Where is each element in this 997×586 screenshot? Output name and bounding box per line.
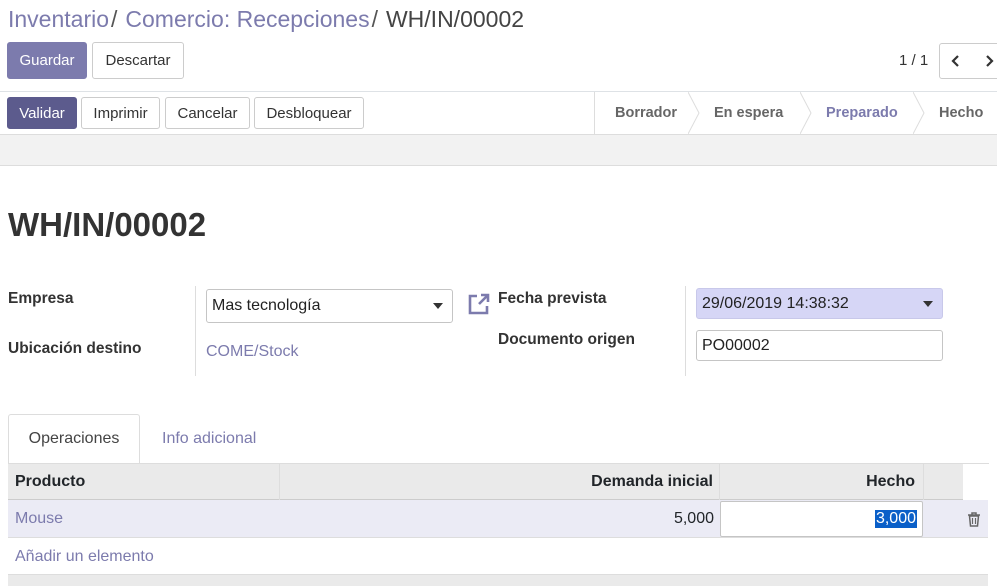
column-header-demand[interactable]: Demanda inicial <box>591 464 713 500</box>
breadcrumb-separator: / <box>371 6 378 32</box>
external-link-icon[interactable] <box>466 291 492 317</box>
stage-label: Borrador <box>615 105 678 121</box>
trash-icon[interactable] <box>967 512 981 527</box>
column-divider <box>279 464 280 500</box>
stage-label: En espera <box>714 105 784 121</box>
form-header: Validar Imprimir Cancelar Desbloquear Bo… <box>0 92 997 135</box>
stage-hecho[interactable]: Hecho <box>917 92 997 134</box>
cancel-button[interactable]: Cancelar <box>165 97 250 129</box>
print-button[interactable]: Imprimir <box>81 97 160 129</box>
product-cell[interactable]: Mouse <box>15 500 63 538</box>
demand-cell: 5,000 <box>673 510 714 527</box>
done-quantity-value: 3,000 <box>874 510 917 528</box>
column-header-product[interactable]: Producto <box>15 464 85 500</box>
pager-value: 1 / 1 <box>899 52 929 69</box>
record-title: WH/IN/00002 <box>8 206 207 243</box>
header-gap <box>963 464 988 500</box>
label-divider <box>195 286 196 376</box>
source-document-input[interactable]: PO00002 <box>696 330 943 361</box>
label-divider <box>685 286 686 376</box>
dest-location-link[interactable]: COME/Stock <box>206 343 298 361</box>
save-button[interactable]: Guardar <box>7 42 87 79</box>
table-header: Producto Demanda inicial Hecho <box>8 464 988 500</box>
tab-operaciones[interactable]: Operaciones <box>8 414 140 464</box>
breadcrumb-current: WH/IN/00002 <box>385 6 525 32</box>
breadcrumb-item-recepciones[interactable]: Comercio: Recepciones <box>125 6 369 32</box>
unlock-button[interactable]: Desbloquear <box>254 97 364 129</box>
tab-info-adicional[interactable]: Info adicional <box>140 414 276 464</box>
control-panel: Inventario/Comercio: Recepciones/WH/IN/0… <box>0 0 997 92</box>
stage-label: Preparado <box>826 105 898 121</box>
source-document-label: Documento origen <box>498 331 635 348</box>
dest-location-label: Ubicación destino <box>8 340 142 357</box>
chevron-right-icon <box>985 55 994 67</box>
stage-separator <box>688 92 700 134</box>
scheduled-date-field[interactable]: 29/06/2019 14:38:32 <box>696 288 943 319</box>
validate-button[interactable]: Validar <box>7 97 77 129</box>
pager-next-button[interactable] <box>972 43 997 79</box>
caret-down-icon <box>923 301 933 307</box>
done-quantity-input[interactable]: 3,000 <box>720 501 923 537</box>
caret-down-icon <box>433 303 443 309</box>
source-document-value: PO00002 <box>702 336 770 354</box>
chevron-left-icon <box>951 55 959 67</box>
column-header-done[interactable]: Hecho <box>866 464 915 500</box>
discard-button[interactable]: Descartar <box>92 42 184 79</box>
add-line-row: Añadir un elemento <box>8 538 988 575</box>
operations-table: Producto Demanda inicial Hecho Mouse 5,0… <box>8 464 988 586</box>
scheduled-date-label: Fecha prevista <box>498 290 607 307</box>
table-row[interactable]: Mouse 5,000 3,000 <box>8 500 988 538</box>
stage-separator <box>913 92 925 134</box>
stage-preparado[interactable]: Preparado <box>804 92 925 134</box>
pager-previous-button[interactable] <box>939 43 973 79</box>
scheduled-date-value: 29/06/2019 14:38:32 <box>702 294 849 312</box>
table-footer <box>8 575 988 586</box>
add-line-link[interactable]: Añadir un elemento <box>15 538 154 575</box>
partner-label: Empresa <box>8 290 74 307</box>
column-divider <box>719 464 720 500</box>
sheet-background <box>0 135 997 166</box>
column-divider <box>923 464 924 500</box>
breadcrumb: Inventario/Comercio: Recepciones/WH/IN/0… <box>8 6 524 33</box>
partner-value: Mas tecnología <box>212 297 321 314</box>
statusbar: Borrador En espera Preparado Hecho <box>594 92 997 134</box>
notebook-tabs: Operaciones Info adicional <box>8 414 276 464</box>
breadcrumb-separator: / <box>111 6 118 32</box>
stage-en-espera[interactable]: En espera <box>692 92 812 134</box>
partner-select[interactable]: Mas tecnología <box>206 289 453 323</box>
stage-borrador[interactable]: Borrador <box>595 92 700 134</box>
stage-separator <box>800 92 812 134</box>
breadcrumb-item-inventario[interactable]: Inventario <box>8 6 109 32</box>
stage-label: Hecho <box>939 105 984 121</box>
